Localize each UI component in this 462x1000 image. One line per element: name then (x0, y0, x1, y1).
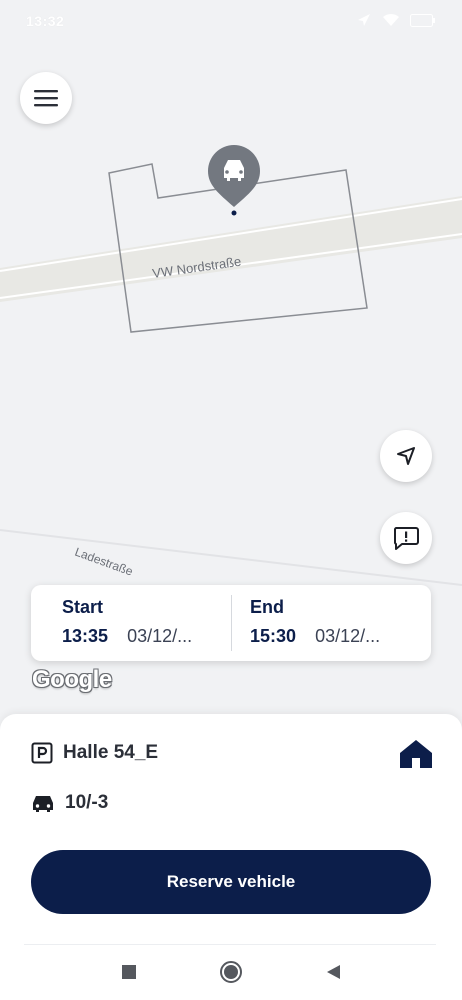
vehicle-marker[interactable] (208, 145, 260, 216)
vehicle-spot-row: 10/-3 (31, 792, 108, 814)
start-time-section[interactable]: Start 13:35 03/12/... (62, 597, 192, 647)
booking-time-card[interactable]: Start 13:35 03/12/... End 15:30 03/12/..… (31, 585, 431, 661)
street-label-ladestrasse: Ladestraße (73, 545, 135, 579)
end-time-section[interactable]: End 15:30 03/12/... (250, 597, 380, 647)
road-band (0, 196, 462, 302)
start-label: Start (62, 597, 104, 617)
end-label: End (250, 597, 284, 617)
battery-icon (410, 13, 435, 27)
vehicle-spot: 10/-3 (65, 792, 109, 813)
recents-square-icon[interactable] (120, 957, 140, 985)
start-date: 03/12/... (127, 626, 193, 646)
location-icon (358, 14, 370, 26)
home-icon[interactable] (398, 738, 434, 770)
wifi-icon (383, 13, 399, 26)
car-icon (33, 796, 53, 812)
time-divider (231, 595, 232, 651)
status-bar: 13:32 (0, 0, 462, 44)
status-time: 13:32 (26, 13, 65, 29)
parking-location-row: Halle 54_E (31, 742, 158, 764)
back-triangle-icon[interactable] (324, 957, 344, 985)
status-icons (356, 12, 436, 28)
end-time: 15:30 (250, 626, 297, 646)
my-location-button[interactable] (380, 430, 432, 482)
report-issue-button[interactable] (380, 512, 432, 564)
menu-button[interactable] (20, 72, 72, 124)
feedback-icon (393, 527, 419, 550)
start-time: 13:35 (62, 626, 109, 646)
end-date: 03/12/... (315, 626, 381, 646)
parking-location: Halle 54_E (63, 742, 159, 763)
navigation-arrow-icon (397, 447, 415, 465)
parking-icon (31, 742, 53, 764)
system-nav-bar (0, 945, 462, 1000)
hamburger-icon (34, 90, 58, 107)
car-icon (224, 160, 244, 181)
reserve-vehicle-button[interactable]: Reserve vehicle (31, 850, 431, 914)
marker-anchor-dot (231, 210, 237, 216)
home-circle-icon[interactable] (220, 957, 244, 985)
google-attribution: Google (32, 666, 112, 693)
